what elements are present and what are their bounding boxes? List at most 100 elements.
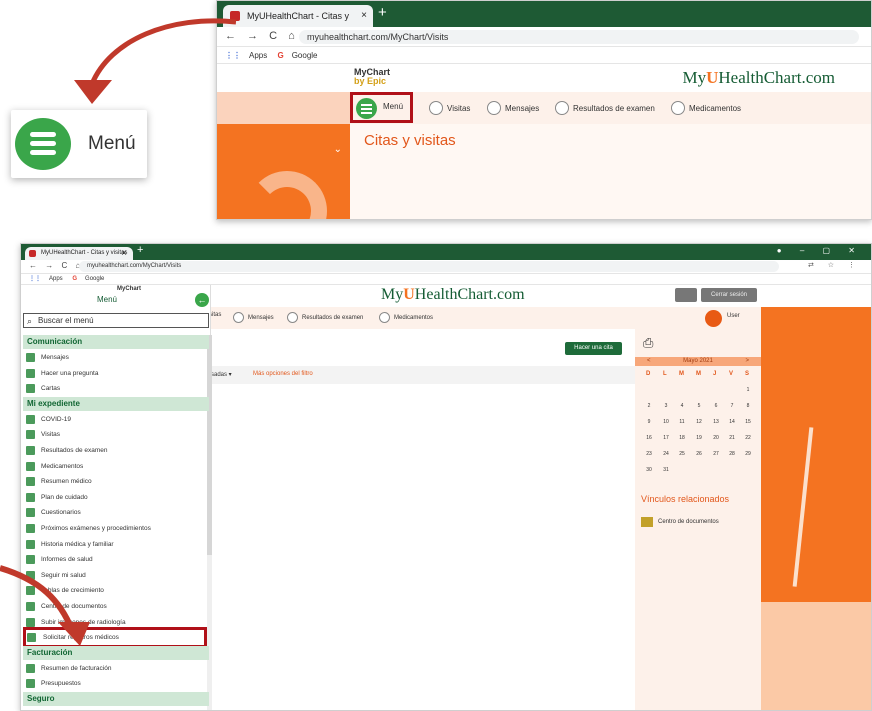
nav-mensajes[interactable]: Mensajes: [233, 312, 274, 323]
window-controls[interactable]: ● – ▢ ✕: [777, 246, 863, 255]
menu-item[interactable]: Tablas de crecimiento: [25, 583, 209, 598]
nav-resultados[interactable]: Resultados de examen: [287, 312, 363, 323]
menu-item-icon: [26, 679, 35, 689]
calendar-day[interactable]: 16: [644, 435, 654, 441]
brand-logo[interactable]: MyUHealthChart.com: [381, 286, 525, 304]
decor-panel: [761, 307, 871, 710]
calendar-day[interactable]: 31: [661, 467, 671, 473]
calendar-day[interactable]: 7: [727, 403, 737, 409]
calendar-day[interactable]: 23: [644, 451, 654, 457]
translate-star-icon[interactable]: ⇄ ☆ ⋮: [808, 261, 861, 269]
address-bar: ← → C ⌂ myuhealthchart.com/MyChart/Visit…: [21, 260, 871, 274]
menu-item[interactable]: Historia médica y familiar: [25, 537, 209, 552]
tab-title: MyUHealthChart - Citas y visitas: [41, 250, 128, 256]
printer-icon[interactable]: ⎙: [643, 335, 653, 351]
menu-item[interactable]: Resumen médico: [25, 474, 209, 489]
menu-item-label: Centro de documentos: [41, 603, 107, 610]
menu-item[interactable]: Centro de documentos: [25, 599, 209, 614]
related-document-center[interactable]: Centro de documentos: [641, 517, 719, 527]
menu-item[interactable]: Resultados de examen: [25, 443, 209, 458]
calendar-day[interactable]: 2: [644, 403, 654, 409]
menu-item[interactable]: Informes de salud: [25, 552, 209, 567]
menu-item[interactable]: Resumen de facturación: [25, 661, 209, 676]
calendar-day[interactable]: 8: [743, 403, 753, 409]
calendar-day[interactable]: 19: [694, 435, 704, 441]
calendar-day[interactable]: 25: [677, 451, 687, 457]
calendar-day[interactable]: 3: [661, 403, 671, 409]
user-menu[interactable]: User: [635, 307, 761, 329]
menu-item[interactable]: Plan de cuidado: [25, 490, 209, 505]
close-tab-icon[interactable]: ×: [361, 5, 367, 27]
brand-logo[interactable]: MyUHealthChart.com: [682, 68, 835, 88]
new-tab-button[interactable]: +: [137, 244, 143, 256]
menu-item[interactable]: Medicamentos: [25, 459, 209, 474]
url-field[interactable]: myuhealthchart.com/MyChart/Visits: [79, 261, 779, 272]
menu-item[interactable]: Mensajes: [25, 350, 209, 365]
chevron-down-icon[interactable]: ⌄: [334, 144, 342, 155]
menu-item[interactable]: Seguir mi salud: [25, 568, 209, 583]
calendar-next[interactable]: >: [745, 357, 749, 366]
menu-item-icon: [26, 663, 35, 673]
bookmark-google[interactable]: Google: [292, 51, 318, 60]
url-field[interactable]: myuhealthchart.com/MyChart/Visits: [299, 30, 859, 44]
menu-button-highlighted[interactable]: Menú: [350, 92, 413, 123]
calendar-day[interactable]: 1: [743, 387, 753, 393]
menu-item-label: COVID-19: [41, 415, 71, 423]
calendar-day[interactable]: 9: [644, 419, 654, 425]
calendar-day[interactable]: 26: [694, 451, 704, 457]
logout-button[interactable]: Cerrar sesión: [701, 288, 757, 302]
menu-item-label: Próximos exámenes y procedimientos: [41, 525, 151, 532]
calendar-day[interactable]: 4: [677, 403, 687, 409]
bookmark-apps[interactable]: Apps: [249, 51, 267, 60]
menu-search-input[interactable]: ⌕ Buscar el menú: [23, 313, 209, 328]
make-appointment-button[interactable]: Hacer una cita: [565, 342, 622, 355]
filter-select[interactable]: sadas ▾: [211, 371, 232, 378]
nav-buttons[interactable]: ← → C ⌂: [29, 261, 83, 270]
nav-medicamentos[interactable]: Medicamentos: [379, 312, 433, 323]
calendar-day[interactable]: 18: [677, 435, 687, 441]
address-bar: ← → C ⌂ myuhealthchart.com/MyChart/Visit…: [217, 27, 871, 47]
calendar-day[interactable]: 28: [727, 451, 737, 457]
calendar-day[interactable]: 21: [727, 435, 737, 441]
filter-more-link[interactable]: Más opciones del filtro: [253, 371, 313, 377]
calendar-day[interactable]: 12: [694, 419, 704, 425]
calendar-day[interactable]: 14: [727, 419, 737, 425]
calendar-day[interactable]: 22: [743, 435, 753, 441]
calendar-day[interactable]: 13: [711, 419, 721, 425]
calendar-day[interactable]: 30: [644, 467, 654, 473]
envelope-icon: [487, 101, 501, 115]
close-tab-icon[interactable]: ×: [121, 247, 127, 260]
menu-item[interactable]: Visitas: [25, 427, 209, 442]
language-icon[interactable]: [675, 288, 697, 302]
calendar-day[interactable]: 24: [661, 451, 671, 457]
calendar-day[interactable]: 20: [711, 435, 721, 441]
bookmark-apps[interactable]: Apps: [49, 276, 63, 282]
calendar-day[interactable]: 5: [694, 403, 704, 409]
calendar-day[interactable]: 11: [677, 419, 687, 425]
calendar-prev[interactable]: <: [647, 357, 651, 366]
menu-item[interactable]: Próximos exámenes y procedimientos: [25, 521, 209, 536]
calendar-day[interactable]: 29: [743, 451, 753, 457]
nav-visitas[interactable]: Visitas: [429, 101, 470, 115]
menu-item[interactable]: Presupuestos: [25, 676, 209, 691]
calendar-day[interactable]: 17: [661, 435, 671, 441]
menu-item-label: Seguir mi salud: [41, 571, 86, 579]
menu-item[interactable]: Cuestionarios: [25, 505, 209, 520]
menu-item-icon: [26, 524, 35, 533]
nav-mensajes[interactable]: Mensajes: [487, 101, 539, 115]
browser-tab[interactable]: MyUHealthChart - Citas y visitas ×: [25, 247, 133, 260]
menu-item[interactable]: COVID-19: [25, 412, 209, 427]
nav-buttons[interactable]: ← → C ⌂: [225, 30, 299, 42]
bookmark-google[interactable]: Google: [85, 276, 104, 282]
back-arrow-icon[interactable]: ←: [195, 293, 209, 307]
calendar-day[interactable]: 6: [711, 403, 721, 409]
calendar-day[interactable]: 10: [661, 419, 671, 425]
calendar-day[interactable]: 27: [711, 451, 721, 457]
new-tab-button[interactable]: +: [378, 4, 387, 21]
nav-resultados[interactable]: Resultados de examen: [555, 101, 655, 115]
browser-tab[interactable]: MyUHealthChart - Citas y visitas ×: [223, 5, 373, 43]
menu-item[interactable]: Hacer una pregunta: [25, 366, 209, 381]
menu-item[interactable]: Cartas: [25, 381, 209, 396]
calendar-day[interactable]: 15: [743, 419, 753, 425]
nav-medicamentos[interactable]: Medicamentos: [671, 101, 741, 115]
